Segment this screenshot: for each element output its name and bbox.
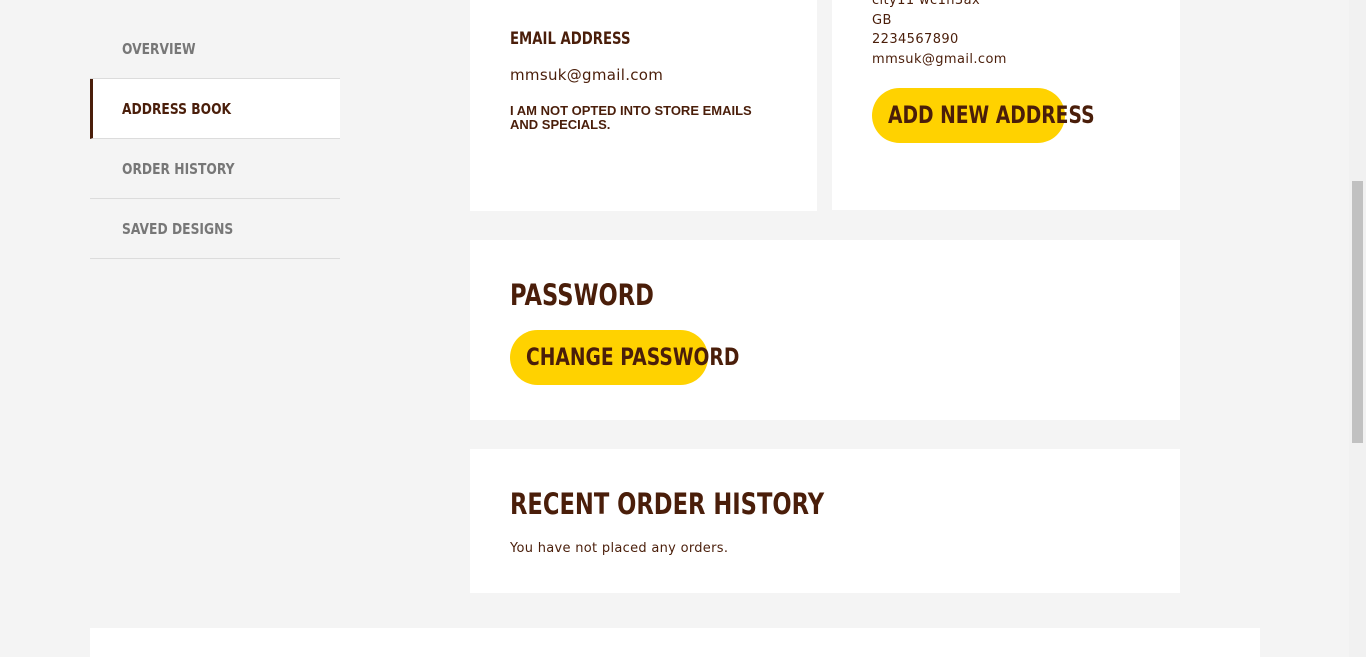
sidebar-item-saved-designs[interactable]: SAVED DESIGNS [90, 199, 340, 259]
email-heading: EMAIL ADDRESS [510, 29, 631, 49]
orders-title-wrap: RECENT ORDER HISTORY [510, 487, 913, 522]
recent-orders-title: RECENT ORDER HISTORY [510, 487, 825, 521]
address-line-email: mmsuk@gmail.com [872, 51, 1007, 67]
sidebar-item-label: OVERVIEW [122, 40, 196, 58]
sidebar-item-order-history[interactable]: ORDER HISTORY [90, 139, 340, 199]
page-scrollbar[interactable] [1349, 0, 1366, 657]
sidebar-item-label: ORDER HISTORY [122, 160, 235, 178]
address-card: city11 wc1n3ax GB 2234567890 mmsuk@gmail… [832, 0, 1180, 210]
password-title-wrap: PASSWORD [510, 278, 695, 313]
email-opt-status: I AM NOT OPTED INTO STORE EMAILS AND SPE… [510, 103, 752, 132]
change-password-label: CHANGE PASSWORD [526, 343, 740, 371]
password-title: PASSWORD [510, 278, 654, 312]
password-card: PASSWORD CHANGE PASSWORD [470, 240, 1180, 420]
sidebar-item-address-book[interactable]: ADDRESS BOOK [90, 79, 340, 139]
add-new-address-button[interactable]: ADD NEW ADDRESS [872, 88, 1095, 143]
account-sidebar: OVERVIEW ADDRESS BOOK ORDER HISTORY SAVE… [90, 19, 340, 259]
sidebar-item-label: SAVED DESIGNS [122, 220, 234, 238]
address-line-country: GB [872, 12, 892, 28]
add-new-address-label: ADD NEW ADDRESS [888, 101, 1095, 129]
footer-card [90, 628, 1260, 657]
account-page: OVERVIEW ADDRESS BOOK ORDER HISTORY SAVE… [0, 0, 1366, 657]
orders-empty-text: You have not placed any orders. [510, 541, 729, 556]
address-line-phone: 2234567890 [872, 32, 959, 47]
scrollbar-thumb[interactable] [1352, 181, 1363, 443]
address-line-city: city11 wc1n3ax [872, 0, 981, 8]
address-details: city11 wc1n3ax GB 2234567890 mmsuk@gmail… [872, 0, 1007, 69]
change-password-button[interactable]: CHANGE PASSWORD [510, 330, 739, 385]
email-heading-wrap: EMAIL ADDRESS [510, 29, 665, 49]
recent-orders-card: RECENT ORDER HISTORY You have not placed… [470, 449, 1180, 593]
email-value: mmsuk@gmail.com [510, 66, 664, 84]
sidebar-item-label: ADDRESS BOOK [122, 100, 232, 118]
sidebar-item-overview[interactable]: OVERVIEW [90, 19, 340, 79]
email-card: EMAIL ADDRESS mmsuk@gmail.com I AM NOT O… [470, 0, 817, 211]
